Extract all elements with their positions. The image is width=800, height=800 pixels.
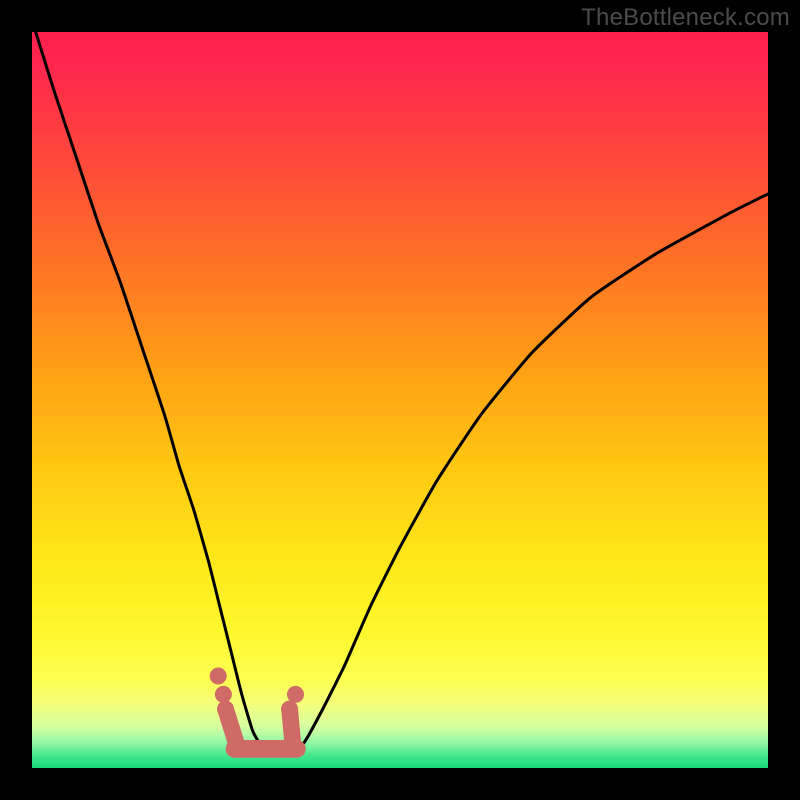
- watermark-text: TheBottleneck.com: [581, 4, 790, 32]
- outer-frame: TheBottleneck.com: [0, 0, 800, 800]
- bottleneck-curve: [36, 32, 768, 754]
- curve-layer: [32, 32, 768, 768]
- plot-area: [32, 32, 768, 768]
